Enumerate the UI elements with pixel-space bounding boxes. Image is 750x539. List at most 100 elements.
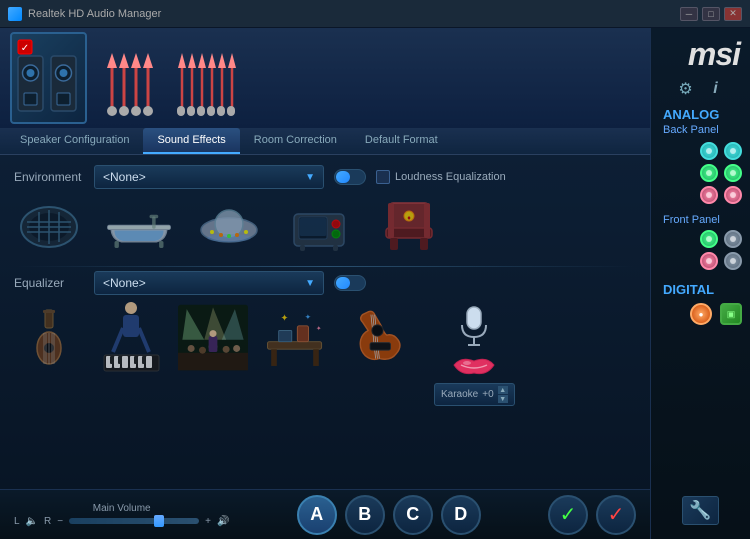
speaker-icon-6plug[interactable] (172, 38, 242, 118)
karaoke-increment[interactable]: ▲ (498, 386, 508, 394)
tab-sound-effects[interactable]: Sound Effects (143, 128, 239, 154)
eq-preset-magic[interactable]: ✦ ✦ ✦ (260, 305, 330, 370)
eq-preset-piano[interactable] (96, 305, 166, 370)
karaoke-mic-icon (454, 305, 494, 347)
speaker-icon-active[interactable]: ✓ (10, 32, 87, 124)
wrench-icon[interactable]: 🔧 (682, 496, 718, 525)
environment-row: Environment <None> ▼ Loudness Equalizati… (14, 165, 636, 189)
titlebar: Realtek HD Audio Manager ─ □ ✕ (0, 0, 750, 28)
digital-jack-coax[interactable]: ▣ (720, 303, 742, 325)
jack-row-1 (659, 142, 742, 160)
channel-b-button[interactable]: B (345, 495, 385, 535)
eq-magic-icon: ✦ ✦ ✦ (260, 305, 330, 370)
digital-jack-optical[interactable]: ● (690, 303, 712, 325)
svg-text:✦: ✦ (305, 312, 311, 321)
front-jack-gray[interactable] (724, 230, 742, 248)
jack-green-left[interactable] (700, 164, 718, 182)
dropdown-arrow-icon: ▼ (305, 172, 315, 183)
settings-icon[interactable]: ⚙ (676, 79, 696, 99)
titlebar-left: Realtek HD Audio Manager (8, 7, 161, 21)
left-content: ✓ (0, 28, 650, 539)
karaoke-value: +0 (482, 389, 493, 400)
environment-toggle[interactable] (334, 169, 366, 185)
speaker-volume-icon: 🔊 (217, 516, 229, 527)
jack-pink-right[interactable] (724, 186, 742, 204)
front-panel-label: Front Panel (651, 214, 750, 226)
eq-preset-elec-guitar[interactable] (342, 305, 412, 370)
jack-teal-right[interactable] (724, 142, 742, 160)
karaoke-label-box: Karaoke +0 ▲ ▼ (434, 383, 515, 406)
volume-plus: + (205, 516, 211, 527)
back-panel-jacks (651, 142, 750, 208)
digital-label: DIGITAL (651, 282, 750, 297)
channel-d-button[interactable]: D (441, 495, 481, 535)
digital-jacks: ● ▣ (651, 303, 750, 325)
front-jack-gray-2[interactable] (724, 252, 742, 270)
volume-label: Main Volume (93, 503, 151, 514)
equalizer-toggle[interactable] (334, 275, 366, 291)
content-area: Environment <None> ▼ Loudness Equalizati… (0, 155, 650, 489)
effect-spaceship-icon (194, 199, 264, 254)
loudness-label: Loudness Equalization (395, 171, 506, 183)
environment-dropdown[interactable]: <None> ▼ (94, 165, 324, 189)
front-panel-jacks (651, 230, 750, 274)
back-panel-label: Back Panel (651, 124, 750, 136)
eq-toggle-knob (336, 277, 350, 289)
equalizer-dropdown[interactable]: <None> ▼ (94, 271, 324, 295)
confirm-button[interactable]: ✓ (548, 495, 588, 535)
eq-elec-guitar-icon (342, 305, 412, 370)
jack-pink-left[interactable] (700, 186, 718, 204)
tab-default-format[interactable]: Default Format (351, 128, 452, 154)
speaker-icons-row: ✓ (0, 28, 650, 128)
environment-value: <None> (103, 170, 146, 184)
effect-spaceship[interactable] (194, 199, 264, 254)
front-jack-green[interactable] (700, 230, 718, 248)
effect-toaster[interactable] (284, 199, 354, 254)
svg-text:✓: ✓ (21, 43, 29, 54)
eq-guitar-icon (14, 305, 84, 370)
equalizer-row: Equalizer <None> ▼ (14, 271, 636, 295)
svg-text:♦: ♦ (407, 215, 411, 222)
minimize-button[interactable]: ─ (680, 7, 698, 21)
effect-sewer[interactable] (14, 199, 84, 254)
jack-green-right[interactable] (724, 164, 742, 182)
karaoke-spinner: ▲ ▼ (498, 386, 508, 403)
eq-preset-guitar[interactable] (14, 305, 84, 370)
eq-preset-concert[interactable] (178, 305, 248, 370)
volume-slider[interactable] (69, 518, 199, 524)
svg-text:✦: ✦ (316, 325, 322, 333)
cancel-button[interactable]: ✓ (596, 495, 636, 535)
sidebar-bottom: 🔧 (682, 496, 718, 531)
channel-a-button[interactable]: A (297, 495, 337, 535)
jack-teal-left[interactable] (700, 142, 718, 160)
tab-room-correction[interactable]: Room Correction (240, 128, 351, 154)
karaoke-decrement[interactable]: ▼ (498, 395, 508, 403)
speaker-icon-4plug[interactable] (97, 38, 162, 118)
bottom-bar: Main Volume L 🔈 R − + 🔊 A B C D (0, 489, 650, 539)
eq-presets-area: ✦ ✦ ✦ (14, 305, 636, 406)
tab-speaker-configuration[interactable]: Speaker Configuration (6, 128, 143, 154)
volume-minus: − (57, 516, 63, 527)
volume-icon: 🔈 (26, 516, 38, 527)
volume-thumb (154, 515, 164, 527)
main-container: ✓ (0, 28, 750, 539)
msi-logo: msi (651, 36, 750, 73)
effect-bathtub[interactable] (104, 199, 174, 254)
eq-concert-icon (178, 305, 248, 370)
loudness-checkbox[interactable] (376, 170, 390, 184)
channel-l-label: L (14, 516, 20, 527)
equalizer-label: Equalizer (14, 276, 84, 290)
info-icon[interactable]: i (706, 79, 726, 99)
close-button[interactable]: ✕ (724, 7, 742, 21)
effect-throne[interactable]: ♦ (374, 199, 444, 254)
karaoke-icons (449, 305, 499, 379)
jack-row-3 (659, 186, 742, 204)
effect-sewer-icon (14, 199, 84, 254)
toggle-knob (336, 171, 350, 183)
front-jack-row-1 (659, 230, 742, 248)
maximize-button[interactable]: □ (702, 7, 720, 21)
channel-c-button[interactable]: C (393, 495, 433, 535)
right-sidebar: msi ⚙ i ANALOG Back Panel Front Panel (650, 28, 750, 539)
front-jack-pink[interactable] (700, 252, 718, 270)
app-icon (8, 7, 22, 21)
